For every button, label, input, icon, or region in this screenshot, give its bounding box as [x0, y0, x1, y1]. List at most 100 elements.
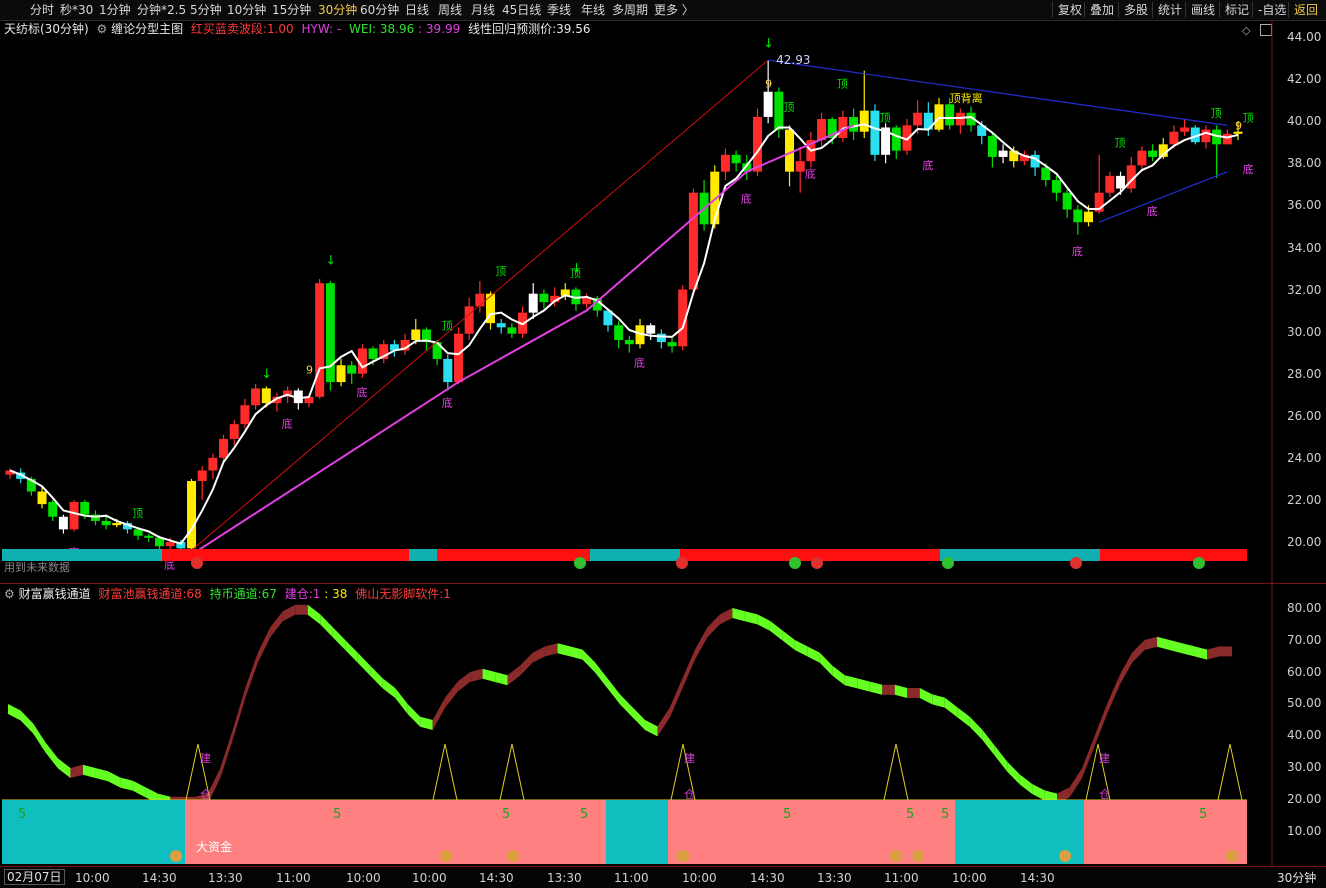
channel-band — [857, 678, 870, 692]
channel-band — [919, 688, 933, 705]
candle-body — [112, 523, 122, 526]
channel-band — [282, 604, 296, 622]
candle-body — [1222, 133, 1232, 145]
y-tick-main: 20.00 — [1287, 535, 1322, 550]
channel-band — [332, 627, 346, 650]
candle-body — [464, 306, 474, 334]
channel-band — [832, 665, 845, 686]
signal-dot — [191, 557, 203, 569]
candle-body — [945, 104, 955, 126]
candle-body — [913, 112, 923, 126]
candle-body — [1201, 129, 1211, 143]
candle-body — [763, 91, 773, 117]
x-axis: 10:00 14:30 13:30 11:00 10:00 10:00 14:30 13:30… — [0, 866, 1326, 888]
bottom-label: 底 — [1243, 162, 1254, 176]
channel-band — [644, 720, 658, 737]
channel-band — [457, 672, 471, 692]
channel-band — [1132, 640, 1145, 663]
channel-band — [8, 704, 21, 721]
candle-body — [614, 325, 624, 340]
bottom-label: 底 — [442, 396, 453, 410]
candle-body — [347, 365, 357, 374]
bottom-label: 底 — [1072, 244, 1083, 258]
channel-band — [819, 652, 833, 676]
channel-band — [782, 630, 795, 650]
y-tick-main: 34.00 — [1287, 240, 1322, 255]
candle-body — [624, 340, 634, 345]
candle-body — [197, 470, 207, 481]
candle-body — [187, 480, 197, 549]
x-tick: 14:30 — [750, 871, 785, 885]
candle-body — [785, 129, 795, 172]
candle-body — [144, 535, 154, 538]
candle-body — [1137, 150, 1147, 166]
channel-band — [869, 681, 883, 695]
top-label: 顶 — [132, 507, 143, 520]
bottom-label: 底 — [356, 385, 367, 399]
x-tick: 10:00 — [75, 871, 110, 885]
channel-band — [507, 665, 521, 686]
candle-body — [1169, 131, 1179, 145]
y-tick-sub: 30.00 — [1287, 760, 1322, 774]
channel-band — [120, 777, 133, 791]
candle-body — [870, 110, 880, 155]
top-divergence-label: 顶背离 — [950, 91, 983, 105]
channel-band — [520, 652, 533, 676]
candle-body — [1105, 175, 1115, 193]
candle-body — [229, 424, 239, 439]
big-fund-label: 大资金 — [196, 839, 232, 854]
x-tick: 14:30 — [479, 871, 514, 885]
channel-band — [944, 697, 958, 718]
channel-band — [1019, 774, 1033, 794]
channel-band — [632, 707, 645, 730]
candle-body — [133, 529, 143, 536]
candle-body — [1116, 175, 1126, 189]
period-label[interactable]: 30分钟 — [1277, 869, 1316, 886]
trend-line-blue — [768, 59, 1228, 126]
channel-band — [245, 652, 258, 698]
channel-band — [582, 649, 596, 673]
channel-band — [719, 608, 733, 625]
nine-label: 9 — [765, 78, 772, 91]
bottom-label: 底 — [805, 166, 816, 180]
y-tick-sub: 70.00 — [1287, 632, 1322, 647]
build-position-label: 仓 — [1099, 787, 1110, 801]
channel-band — [1194, 646, 1208, 660]
channel-band — [682, 649, 695, 689]
channel-band — [407, 704, 421, 727]
channel-band — [20, 710, 33, 734]
candle-body — [58, 516, 68, 530]
channel-band — [807, 646, 820, 663]
channel-band — [1032, 784, 1045, 801]
candle-body — [251, 388, 261, 406]
bottom-label: 底 — [634, 356, 645, 370]
channel-band — [420, 716, 433, 730]
channel-band — [1007, 761, 1020, 785]
channel-band — [1219, 646, 1232, 657]
candle-body — [101, 520, 111, 526]
signal-dot — [1193, 557, 1205, 569]
fund-block — [185, 800, 606, 864]
x-tick: 13:30 — [547, 871, 582, 885]
channel-band — [320, 614, 333, 638]
five-signal-label: 5 — [18, 807, 26, 822]
high-price-label: 42.93 — [776, 53, 810, 67]
nine-label: 9 — [1235, 120, 1242, 133]
channel-band — [707, 614, 720, 638]
candle-body — [955, 112, 965, 126]
channel-band — [1182, 643, 1195, 657]
bottom-label: 底 — [741, 192, 752, 206]
fund-block — [606, 800, 668, 864]
chart-canvas[interactable]: 42.9319.39顶顶顶顶顶顶顶顶顶顶底底底底底底底底底底底底999顶背离↓↓… — [0, 0, 1326, 887]
candle-body — [987, 135, 997, 157]
x-tick: 14:30 — [1020, 871, 1055, 885]
channel-band — [894, 684, 908, 698]
signal-dot — [811, 557, 823, 569]
money-bag-icon — [170, 850, 182, 862]
y-tick-sub: 10.00 — [1287, 823, 1322, 838]
fund-block — [2, 800, 185, 864]
channel-band — [744, 611, 758, 625]
channel-band — [495, 672, 508, 686]
channel-band — [557, 643, 571, 657]
x-tick: 14:30 — [142, 871, 177, 885]
